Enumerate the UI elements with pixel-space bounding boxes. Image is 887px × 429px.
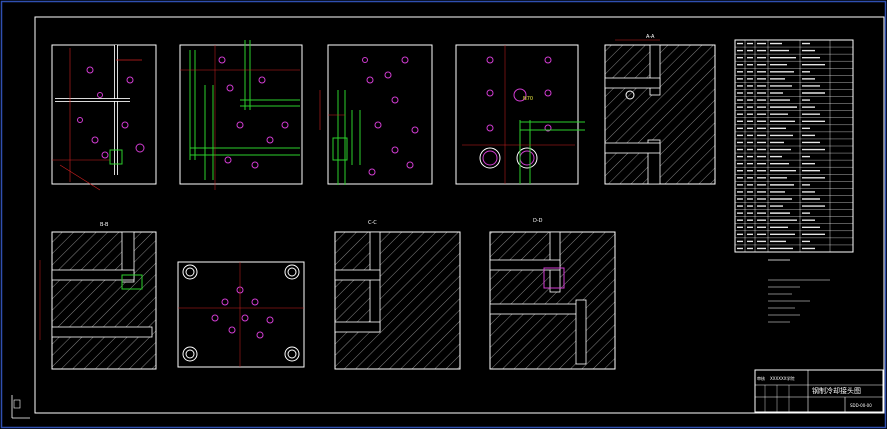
ucs-icon [11,395,30,419]
section-b-label: B-B [100,222,109,228]
view-plate-4: N70 [455,44,585,185]
section-c-label: C-C [368,220,377,226]
view-section-b: B-B [39,222,157,370]
parts-list-table [734,39,854,253]
title-text: 钢制冷却接头图 [812,386,861,395]
cad-canvas[interactable]: N70 A-A B-B C-C D-D 钢制冷却接头图 SDD-00-00 审核… [0,0,887,429]
section-a-label: A-A [646,34,655,40]
view-plate-2 [179,40,303,190]
drawing-number: SDD-00-00 [850,403,872,408]
school-label: XXXXXX学院 [770,375,794,381]
title-block: 钢制冷却接头图 SDD-00-00 审核 XXXXXX学院 [754,369,884,413]
n-label: N70 [523,96,533,102]
cad-drawing-viewport[interactable]: N70 A-A B-B C-C D-D 钢制冷却接头图 SDD-00-00 审核… [0,0,887,429]
view-section-c: C-C [334,220,461,370]
view-section-d: D-D [489,218,616,370]
section-d-label: D-D [533,218,543,224]
view-plate-1 [51,44,157,191]
view-plate-6 [177,261,305,368]
designer-label: 审核 [757,375,765,381]
technical-notes [768,259,830,323]
view-plate-3 [319,44,433,185]
view-section-a: A-A [604,34,716,185]
